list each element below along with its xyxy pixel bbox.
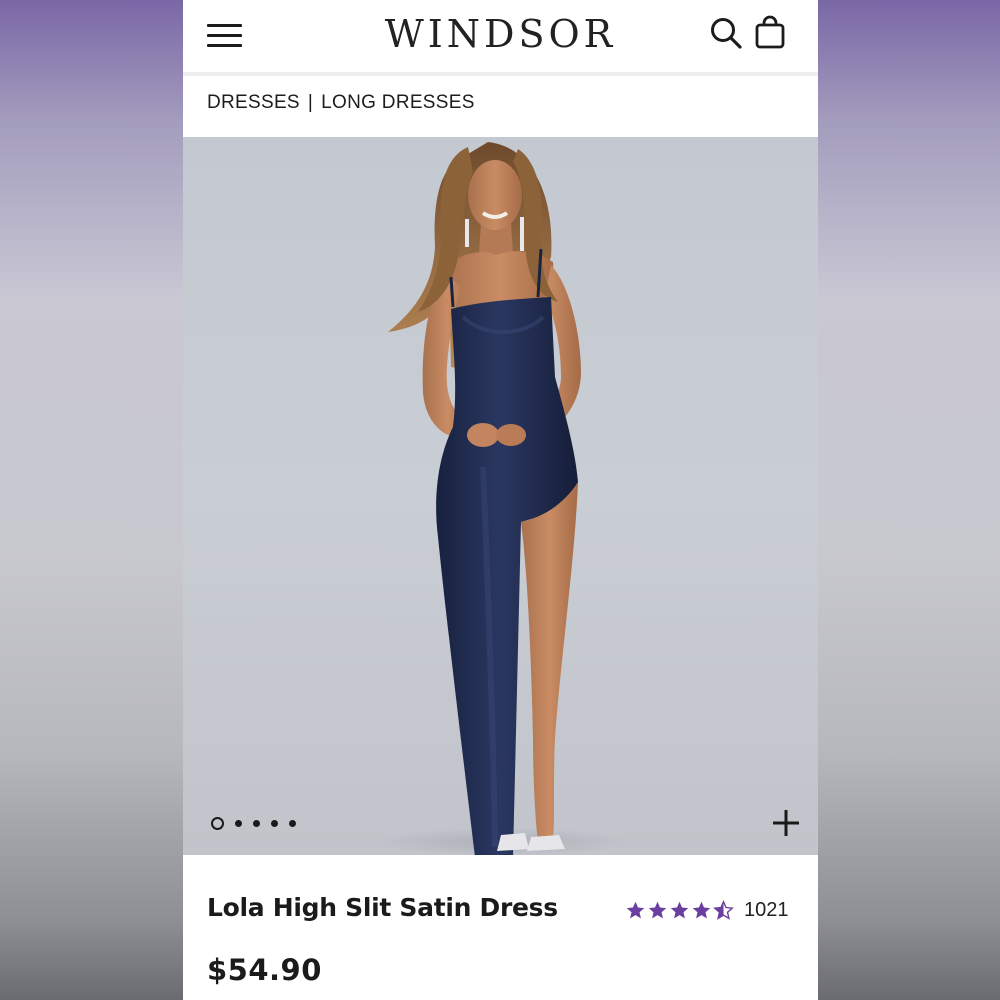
gallery-pagination <box>211 817 296 830</box>
search-icon[interactable] <box>709 16 743 50</box>
breadcrumb-long-dresses[interactable]: LONG DRESSES <box>321 92 475 114</box>
screen-background: WINDSOR DRESSES | LONG DRESSES Lola High… <box>0 0 1000 1000</box>
product-price: $54.90 <box>207 953 322 987</box>
right-blur-panel <box>817 0 1000 1000</box>
star-full-icon <box>648 901 667 919</box>
star-half-icon <box>713 900 734 920</box>
product-image-gallery[interactable] <box>183 137 818 855</box>
star-full-icon <box>670 901 689 919</box>
mobile-page: WINDSOR DRESSES | LONG DRESSES Lola High… <box>183 0 818 1000</box>
review-count[interactable]: 1021 <box>744 899 789 922</box>
header-divider <box>183 72 818 76</box>
product-rating[interactable]: 1021 <box>625 899 789 922</box>
gallery-dot[interactable] <box>271 820 278 827</box>
site-header: WINDSOR <box>183 0 818 72</box>
shopping-bag-icon[interactable] <box>754 14 786 50</box>
product-photo <box>373 142 633 855</box>
star-full-icon <box>626 901 645 919</box>
plus-icon[interactable] <box>771 808 801 838</box>
breadcrumb-separator: | <box>307 92 314 113</box>
product-title: Lola High Slit Satin Dress <box>207 893 558 922</box>
gallery-dot[interactable] <box>235 820 242 827</box>
gallery-dot[interactable] <box>253 820 260 827</box>
breadcrumb: DRESSES | LONG DRESSES <box>207 92 475 114</box>
left-blur-panel <box>0 0 183 1000</box>
gallery-dot[interactable] <box>211 817 224 830</box>
rating-stars <box>625 900 734 921</box>
breadcrumb-dresses[interactable]: DRESSES <box>207 92 300 114</box>
gallery-dot[interactable] <box>289 820 296 827</box>
star-full-icon <box>692 901 711 919</box>
hamburger-menu-icon[interactable] <box>207 21 243 49</box>
